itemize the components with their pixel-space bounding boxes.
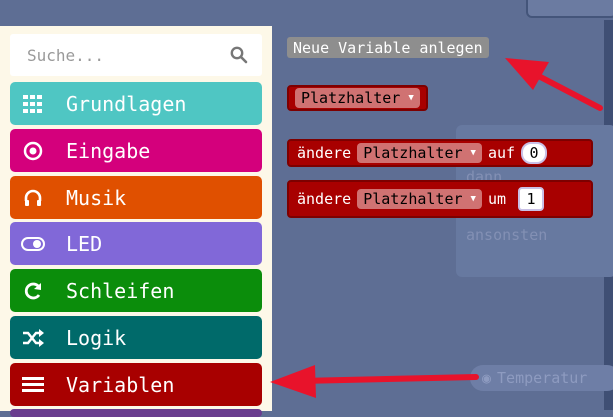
category-label: LED: [66, 231, 103, 256]
change-variable-block[interactable]: ändere Platzhalter ▼ um 1: [287, 180, 593, 218]
chevron-down-icon: ▼: [408, 93, 414, 103]
category-label: Logik: [66, 325, 127, 350]
category-variablen[interactable]: Variablen: [10, 363, 262, 406]
arrow-to-new-variable: [505, 58, 603, 111]
set-variable-block[interactable]: ändere Platzhalter ▼ auf 0: [287, 139, 593, 167]
category-label: Musik: [66, 185, 127, 210]
refresh-icon: [20, 278, 46, 304]
workspace-temperature-block[interactable]: ◉ Temperatur: [470, 365, 613, 391]
search-icon[interactable]: [230, 46, 248, 64]
chevron-down-icon: ▼: [470, 148, 476, 158]
variable-name: Platzhalter: [363, 144, 463, 162]
category-next-partial[interactable]: [10, 409, 262, 417]
workspace-else-label: ansonsten: [466, 226, 548, 244]
value-input[interactable]: 1: [518, 187, 545, 211]
temperature-label: Temperatur: [497, 369, 588, 387]
search-field[interactable]: Suche...: [10, 34, 262, 76]
category-label: Variablen: [66, 372, 175, 397]
headphones-icon: [20, 185, 46, 211]
workspace-block-top[interactable]: [526, 0, 613, 18]
category-label: Schleifen: [66, 278, 175, 303]
change-block-connector: um: [487, 190, 507, 208]
set-block-prefix: ändere: [297, 144, 352, 162]
value-input[interactable]: 0: [521, 142, 548, 164]
category-grundlagen[interactable]: Grundlagen: [10, 82, 262, 125]
category-musik[interactable]: Musik: [10, 176, 262, 219]
list-icon: [20, 372, 46, 398]
target-icon: ◉: [482, 369, 492, 387]
toggle-icon: [20, 231, 46, 257]
arrow-to-variablen: [270, 365, 479, 398]
grid-icon: [20, 91, 46, 117]
category-label: Grundlagen: [66, 91, 187, 116]
shuffle-icon: [20, 325, 46, 351]
change-block-prefix: ändere: [297, 190, 352, 208]
variable-dropdown[interactable]: Platzhalter ▼: [357, 189, 482, 209]
category-eingabe[interactable]: Eingabe: [10, 129, 262, 172]
category-led[interactable]: LED: [10, 222, 262, 265]
category-logik[interactable]: Logik: [10, 316, 262, 359]
variable-name: Platzhalter: [301, 89, 401, 107]
variable-dropdown[interactable]: Platzhalter ▼: [357, 143, 482, 163]
category-schleifen[interactable]: Schleifen: [10, 269, 262, 312]
new-variable-button[interactable]: Neue Variable anlegen: [287, 37, 489, 58]
category-label: Eingabe: [66, 138, 151, 163]
variable-name: Platzhalter: [363, 190, 463, 208]
variable-reporter-block[interactable]: Platzhalter ▼: [287, 85, 428, 111]
chevron-down-icon: ▼: [470, 194, 476, 204]
variable-dropdown[interactable]: Platzhalter ▼: [295, 88, 420, 108]
target-icon: [20, 138, 46, 164]
search-input[interactable]: Suche...: [27, 46, 230, 65]
set-block-connector: auf: [487, 144, 516, 162]
